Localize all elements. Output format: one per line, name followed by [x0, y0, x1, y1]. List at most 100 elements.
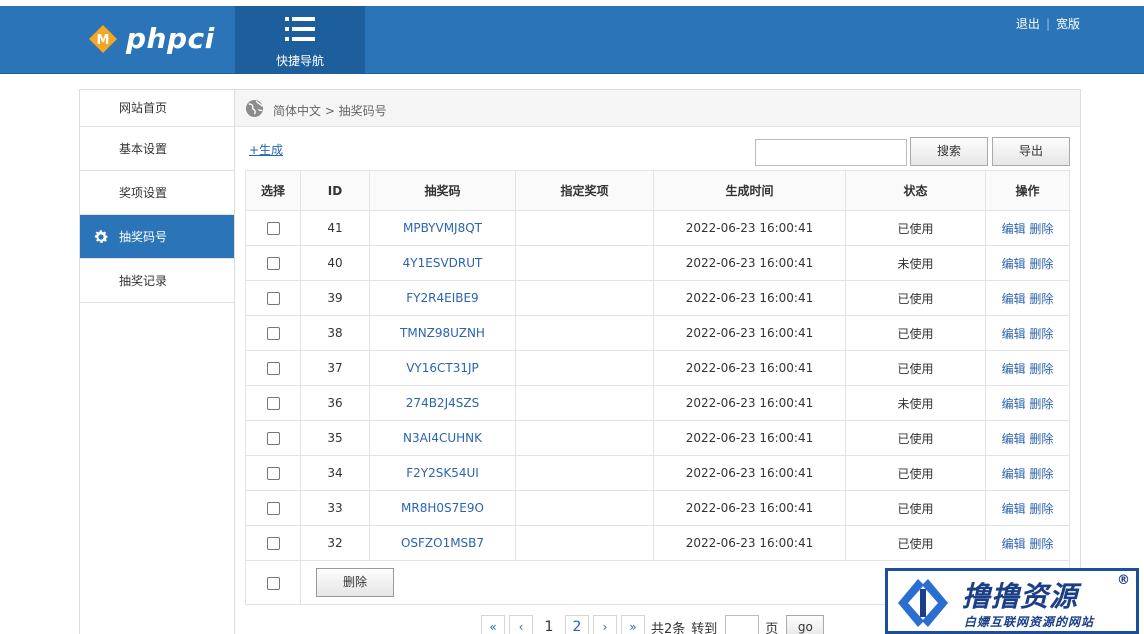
row-select-cell: [245, 315, 301, 351]
row-checkbox[interactable]: [266, 257, 280, 270]
wide-mode-link[interactable]: 宽版: [1056, 15, 1080, 32]
row-code-link[interactable]: N3AI4CUHNK: [369, 420, 516, 456]
row-time: 2022-06-23 16:00:41: [653, 245, 846, 281]
row-code-link[interactable]: TMNZ98UZNH: [369, 315, 516, 351]
delete-link[interactable]: 删除: [1029, 537, 1053, 551]
toolbar: +生成: [249, 141, 283, 158]
row-code-link[interactable]: FY2R4EIBE9: [369, 280, 516, 316]
row-checkbox[interactable]: [266, 502, 280, 515]
row-actions: 编辑 删除: [985, 455, 1070, 491]
edit-link[interactable]: 编辑: [1002, 327, 1026, 341]
col-header-code: 抽奖码: [369, 170, 516, 211]
row-prize: [515, 525, 654, 561]
link-separator: |: [1045, 16, 1050, 31]
codes-table-wrap: 选择 ID 抽奖码 指定奖项 生成时间 状态 操作 41 MPBYVMJ8QT 20…: [245, 170, 1070, 605]
bulk-delete-button[interactable]: 删除: [316, 568, 394, 597]
delete-link[interactable]: 删除: [1029, 222, 1053, 236]
search-input[interactable]: [755, 139, 907, 166]
search-button[interactable]: 搜索: [910, 137, 988, 166]
go-button[interactable]: go: [786, 615, 825, 634]
delete-link[interactable]: 删除: [1029, 362, 1053, 376]
edit-link[interactable]: 编辑: [1002, 257, 1026, 271]
select-all-checkbox[interactable]: [266, 576, 280, 590]
row-checkbox[interactable]: [266, 362, 280, 375]
sidebar-item-lottery-records[interactable]: 抽奖记录: [80, 259, 234, 303]
breadcrumb-bar: 简体中文 > 抽奖码号: [235, 90, 1080, 127]
col-header-id: ID: [300, 170, 370, 211]
row-prize: [515, 385, 654, 421]
row-checkbox[interactable]: [266, 397, 280, 410]
generate-link[interactable]: +生成: [249, 143, 283, 157]
edit-link[interactable]: 编辑: [1002, 432, 1026, 446]
row-checkbox[interactable]: [266, 432, 280, 445]
pagination: « ‹ 1 2 › » 共2条 转到 页 go: [481, 615, 825, 634]
row-code-link[interactable]: 4Y1ESVDRUT: [369, 245, 516, 281]
row-select-cell: [245, 350, 301, 386]
sidebar-item-prize-settings[interactable]: 奖项设置: [80, 171, 234, 215]
row-actions: 编辑 删除: [985, 350, 1070, 386]
edit-link[interactable]: 编辑: [1002, 537, 1026, 551]
row-status: 已使用: [845, 350, 986, 386]
edit-link[interactable]: 编辑: [1002, 397, 1026, 411]
sidebar-item-basic-settings[interactable]: 基本设置: [80, 127, 234, 171]
row-time: 2022-06-23 16:00:41: [653, 490, 846, 526]
goto-page-input[interactable]: [725, 615, 760, 634]
logo-letter: M: [97, 33, 110, 48]
edit-link[interactable]: 编辑: [1002, 222, 1026, 236]
row-prize: [515, 490, 654, 526]
select-all-cell: [245, 560, 301, 605]
page-1-button[interactable]: 1: [537, 615, 561, 634]
top-header: M phpci 快捷导航 退出 | 宽版: [0, 6, 1144, 74]
edit-link[interactable]: 编辑: [1002, 467, 1026, 481]
page-unit-text: 页: [765, 621, 779, 634]
table-row: 34 F2Y2SK54UI 2022-06-23 16:00:41 已使用 编辑 删除: [245, 455, 1070, 491]
edit-link[interactable]: 编辑: [1002, 292, 1026, 306]
delete-link[interactable]: 删除: [1029, 467, 1053, 481]
export-button[interactable]: 导出: [992, 137, 1070, 166]
row-actions: 编辑 删除: [985, 490, 1070, 526]
row-actions: 编辑 删除: [985, 315, 1070, 351]
prev-page-button[interactable]: ‹: [509, 615, 533, 634]
row-prize: [515, 455, 654, 491]
row-code-link[interactable]: 274B2J4SZS: [369, 385, 516, 421]
page-2-button[interactable]: 2: [565, 615, 589, 634]
table-row: 40 4Y1ESVDRUT 2022-06-23 16:00:41 未使用 编辑 删除: [245, 245, 1070, 281]
delete-link[interactable]: 删除: [1029, 432, 1053, 446]
delete-link[interactable]: 删除: [1029, 327, 1053, 341]
row-checkbox[interactable]: [266, 292, 280, 305]
row-code-link[interactable]: MR8H0S7E9O: [369, 490, 516, 526]
row-checkbox[interactable]: [266, 467, 280, 480]
row-prize: [515, 350, 654, 386]
watermark-logo-icon: [898, 579, 948, 627]
last-page-button[interactable]: »: [621, 615, 645, 634]
sidebar-item-label: 抽奖码号: [119, 230, 168, 244]
delete-link[interactable]: 删除: [1029, 502, 1053, 516]
sidebar-item-lottery-codes[interactable]: 抽奖码号: [80, 215, 234, 259]
logout-link[interactable]: 退出: [1016, 15, 1040, 32]
delete-link[interactable]: 删除: [1029, 257, 1053, 271]
watermark-registered-mark: ®: [1117, 573, 1130, 588]
row-prize: [515, 210, 654, 246]
quick-nav-button[interactable]: 快捷导航: [235, 6, 365, 74]
row-code-link[interactable]: OSFZO1MSB7: [369, 525, 516, 561]
next-page-button[interactable]: ›: [593, 615, 617, 634]
first-page-button[interactable]: «: [481, 615, 505, 634]
row-code-link[interactable]: MPBYVMJ8QT: [369, 210, 516, 246]
delete-link[interactable]: 删除: [1029, 292, 1053, 306]
row-id: 35: [300, 420, 370, 456]
row-checkbox[interactable]: [266, 222, 280, 235]
row-select-cell: [245, 210, 301, 246]
sidebar-item-label: 网站首页: [119, 101, 168, 115]
edit-link[interactable]: 编辑: [1002, 502, 1026, 516]
row-code-link[interactable]: F2Y2SK54UI: [369, 455, 516, 491]
logo[interactable]: M phpci: [88, 24, 215, 54]
edit-link[interactable]: 编辑: [1002, 362, 1026, 376]
row-checkbox[interactable]: [266, 327, 280, 340]
row-select-cell: [245, 525, 301, 561]
row-code-link[interactable]: VY16CT31JP: [369, 350, 516, 386]
row-time: 2022-06-23 16:00:41: [653, 525, 846, 561]
delete-link[interactable]: 删除: [1029, 397, 1053, 411]
logo-text: phpci: [126, 22, 215, 55]
row-checkbox[interactable]: [266, 537, 280, 550]
sidebar-item-home[interactable]: 网站首页: [80, 90, 234, 127]
